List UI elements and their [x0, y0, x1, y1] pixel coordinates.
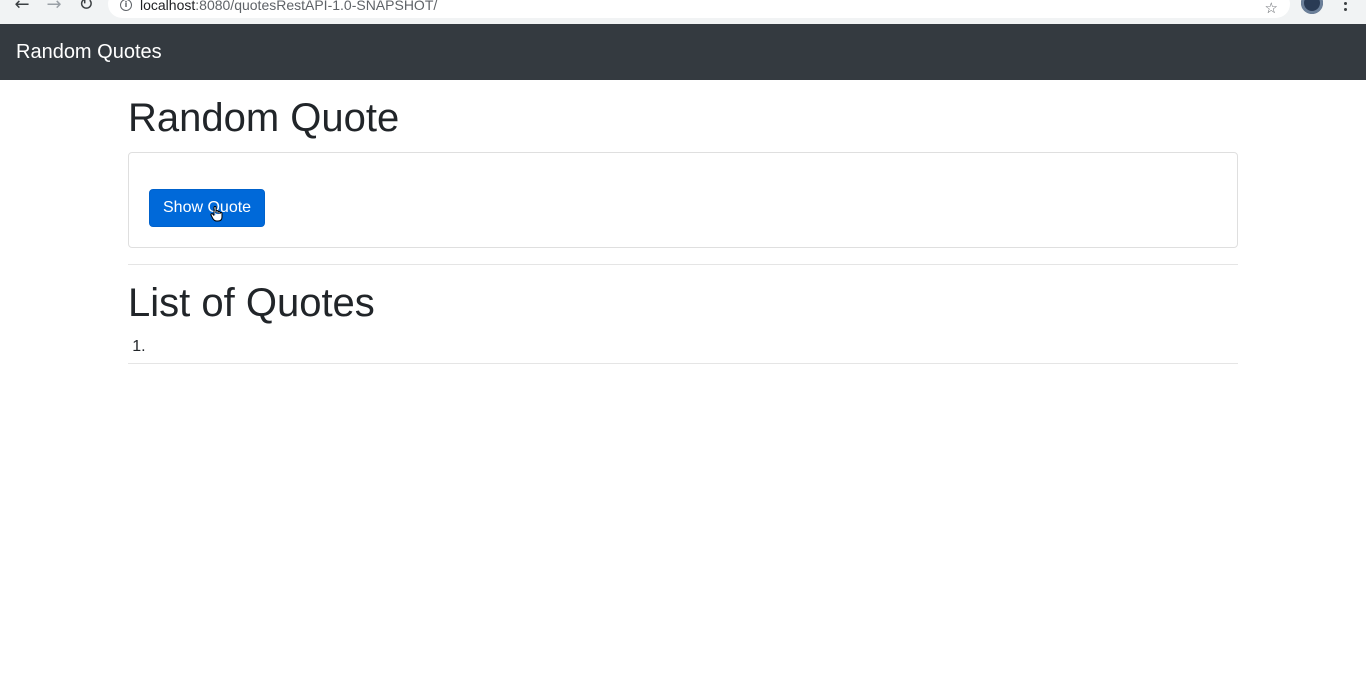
url-path: :8080/quotesRestAPI-1.0-SNAPSHOT/: [195, 0, 438, 13]
forward-arrow-icon[interactable]: →: [42, 0, 66, 16]
main-container: Random Quote Show Quote List of Quotes: [128, 80, 1238, 364]
profile-avatar[interactable]: [1301, 0, 1323, 14]
section-divider: [128, 264, 1238, 265]
url-text: localhost:8080/quotesRestAPI-1.0-SNAPSHO…: [140, 0, 437, 13]
list-item: [150, 335, 1238, 359]
random-quote-heading: Random Quote: [128, 96, 400, 140]
browser-chrome: ← → ↻ i localhost:8080/quotesRestAPI-1.0…: [0, 0, 1366, 24]
list-of-quotes-heading: List of Quotes: [128, 281, 375, 325]
info-icon[interactable]: i: [120, 0, 132, 11]
bookmark-star-icon[interactable]: ☆: [1265, 0, 1278, 17]
address-bar[interactable]: i localhost:8080/quotesRestAPI-1.0-SNAPS…: [108, 0, 1290, 18]
quotes-list: [128, 335, 1238, 359]
navbar-brand[interactable]: Random Quotes: [16, 41, 162, 64]
reload-icon[interactable]: ↻: [74, 0, 98, 16]
back-arrow-icon[interactable]: ←: [10, 0, 34, 16]
hand-cursor-icon: [210, 206, 223, 222]
show-quote-button[interactable]: Show Quote: [149, 189, 266, 227]
bottom-divider: [128, 363, 1238, 364]
url-host: localhost: [140, 0, 196, 13]
quote-card: Show Quote: [128, 152, 1238, 248]
navbar: Random Quotes: [0, 24, 1366, 80]
browser-menu-icon[interactable]: [1340, 0, 1350, 14]
